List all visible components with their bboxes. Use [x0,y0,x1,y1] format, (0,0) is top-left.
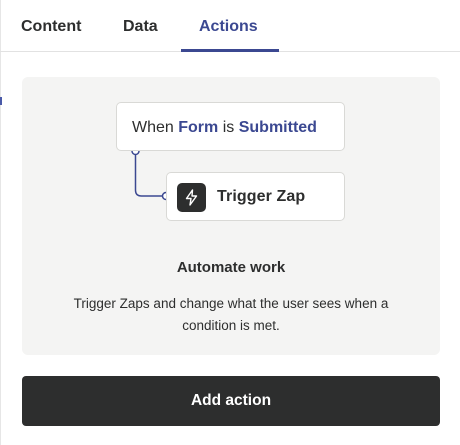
trigger-event: Submitted [238,119,317,136]
add-action-button[interactable]: Add action [22,376,440,426]
action-node: Trigger Zap [166,172,345,221]
trigger-object: Form [178,119,219,136]
trigger-middle: is [222,119,235,136]
lightning-bolt-icon [177,183,206,212]
card-description: Trigger Zaps and change what the user se… [73,296,389,333]
card-title: Automate work [176,259,286,276]
action-node-label: Trigger Zap [217,188,306,205]
trigger-prefix: When [132,119,174,136]
trigger-node: When Form is Submitted [116,102,345,151]
